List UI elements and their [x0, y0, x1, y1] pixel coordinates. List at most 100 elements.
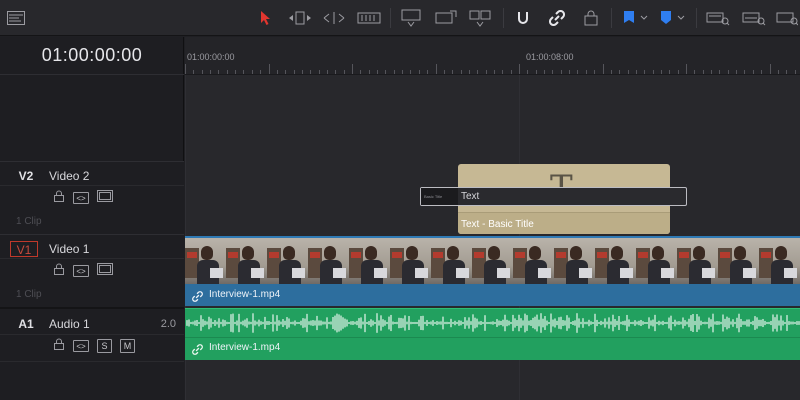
- timeline-view-icon[interactable]: [6, 8, 26, 28]
- ruler-tick: [468, 70, 470, 74]
- track-header-v1[interactable]: V1 Video 1 <> 1 Clip: [0, 234, 184, 307]
- track-header-v2[interactable]: V2 Video 2 <> 1 Clip: [0, 161, 184, 234]
- zoom-custom-icon[interactable]: [775, 8, 799, 28]
- ruler-tick: [502, 70, 504, 74]
- video-thumbnail-frame: [513, 238, 554, 284]
- ruler-tick: [335, 70, 337, 74]
- ruler-tick: [393, 70, 395, 74]
- title-text-field-value[interactable]: Text: [458, 188, 686, 205]
- track-id-v2: V2: [18, 169, 34, 183]
- ruler-tick: [702, 70, 704, 74]
- video-thumbnail-strip: [185, 238, 800, 284]
- mute-button[interactable]: M: [120, 339, 135, 353]
- disable-video-track-icon[interactable]: [97, 262, 113, 280]
- lock-icon[interactable]: [53, 189, 65, 207]
- ruler-tick: [560, 70, 562, 74]
- auto-track-select-icon[interactable]: <>: [73, 340, 89, 352]
- video-thumbnail-frame: [308, 238, 349, 284]
- ruler-tick: [293, 70, 295, 74]
- ruler-tick: [736, 70, 738, 74]
- flag-icon[interactable]: [620, 8, 652, 28]
- ruler-tick: [360, 70, 362, 74]
- ruler-tick: [794, 70, 796, 74]
- ruler-tick: [777, 70, 779, 74]
- ruler-tick: [610, 70, 612, 74]
- ruler-tick: [477, 70, 479, 74]
- ruler-tick: [318, 70, 320, 74]
- link-icon: [192, 342, 203, 360]
- track-volume-a1[interactable]: 2.0: [161, 316, 176, 332]
- ruler-tick: [243, 70, 245, 74]
- track-name-v1[interactable]: Video 1: [49, 241, 89, 257]
- linked-selection-icon[interactable]: [547, 8, 567, 28]
- zoom-full-icon[interactable]: [705, 8, 731, 28]
- track-name-v2[interactable]: Video 2: [49, 168, 89, 184]
- video-thumbnail-frame: [226, 238, 267, 284]
- ruler-tick: [535, 70, 537, 74]
- ruler-tick: [527, 70, 529, 74]
- audio-waveform: [186, 313, 800, 333]
- disable-video-track-icon[interactable]: [97, 189, 113, 207]
- timecode-ruler[interactable]: 01:00:00:00 01:00:08:00: [185, 37, 800, 75]
- video-thumbnail-frame: [267, 238, 308, 284]
- video-thumbnail-frame: [595, 238, 636, 284]
- track-id-v1[interactable]: V1: [10, 241, 38, 257]
- lock-icon[interactable]: [53, 337, 65, 355]
- trim-edit-icon[interactable]: [287, 8, 313, 28]
- audio-clip[interactable]: Interview-1.mp4: [185, 308, 800, 360]
- replace-clip-icon[interactable]: [467, 8, 493, 28]
- ruler-tick: [569, 70, 571, 74]
- ruler-tick: [711, 70, 713, 74]
- track-clip-count-v2: 1 Clip: [16, 216, 42, 227]
- ruler-tick: [660, 70, 662, 74]
- auto-track-select-icon[interactable]: <>: [73, 265, 89, 277]
- ruler-tick: [235, 70, 237, 74]
- dynamic-trim-icon[interactable]: [321, 8, 347, 28]
- ruler-tick: [385, 70, 387, 74]
- selection-arrow-icon[interactable]: [257, 8, 275, 28]
- current-timecode: 01:00:00:00: [41, 45, 143, 65]
- track-header-panel: 01:00:00:00 V2 Video 2 <> 1 Clip V1 Vide…: [0, 37, 184, 400]
- timeline-area[interactable]: 01:00:00:00 01:00:08:00 T Text - Basic T…: [185, 37, 800, 400]
- link-icon: [192, 289, 203, 306]
- lock-icon[interactable]: [53, 262, 65, 280]
- position-lock-icon[interactable]: [581, 8, 601, 28]
- ruler-tick: [744, 70, 746, 74]
- ruler-tick: [485, 70, 487, 74]
- zoom-detail-icon[interactable]: [741, 8, 767, 28]
- track-header-a1[interactable]: A1 Audio 1 2.0 <> S M: [0, 307, 184, 400]
- title-text-field[interactable]: Basic Title Text: [420, 187, 687, 206]
- video-thumbnail-frame: [636, 238, 677, 284]
- marker-icon[interactable]: [657, 8, 689, 28]
- ruler-tick: [193, 70, 195, 74]
- ruler-label-mid: 01:00:08:00: [526, 52, 574, 62]
- ruler-tick: [602, 64, 604, 74]
- ruler-tick: [786, 70, 788, 74]
- ruler-tick: [577, 70, 579, 74]
- ruler-tick: [352, 64, 353, 74]
- track-name-a1[interactable]: Audio 1: [49, 316, 90, 332]
- ruler-tick: [677, 70, 679, 74]
- ruler-tick: [210, 70, 212, 74]
- ruler-tick: [644, 70, 646, 74]
- ruler-tick: [635, 70, 637, 74]
- auto-track-select-icon[interactable]: <>: [73, 192, 89, 204]
- snapping-icon[interactable]: [513, 8, 533, 28]
- video-clip[interactable]: Interview-1.mp4: [185, 236, 800, 306]
- timecode-display[interactable]: 01:00:00:00: [0, 37, 184, 75]
- blade-edit-icon[interactable]: [356, 8, 382, 28]
- ruler-tick: [326, 70, 328, 74]
- ruler-tick: [427, 70, 429, 74]
- video-thumbnail-frame: [554, 238, 595, 284]
- video-thumbnail-frame: [472, 238, 513, 284]
- overwrite-clip-icon[interactable]: [433, 8, 459, 28]
- solo-button[interactable]: S: [97, 339, 112, 353]
- video-thumbnail-frame: [349, 238, 390, 284]
- ruler-tick: [260, 70, 262, 74]
- ruler-tick: [652, 70, 654, 74]
- video-thumbnail-frame: [677, 238, 718, 284]
- ruler-tick: [377, 70, 379, 74]
- video-thumbnail-frame: [759, 238, 800, 284]
- insert-clip-icon[interactable]: [398, 8, 424, 28]
- ruler-tick: [619, 70, 621, 74]
